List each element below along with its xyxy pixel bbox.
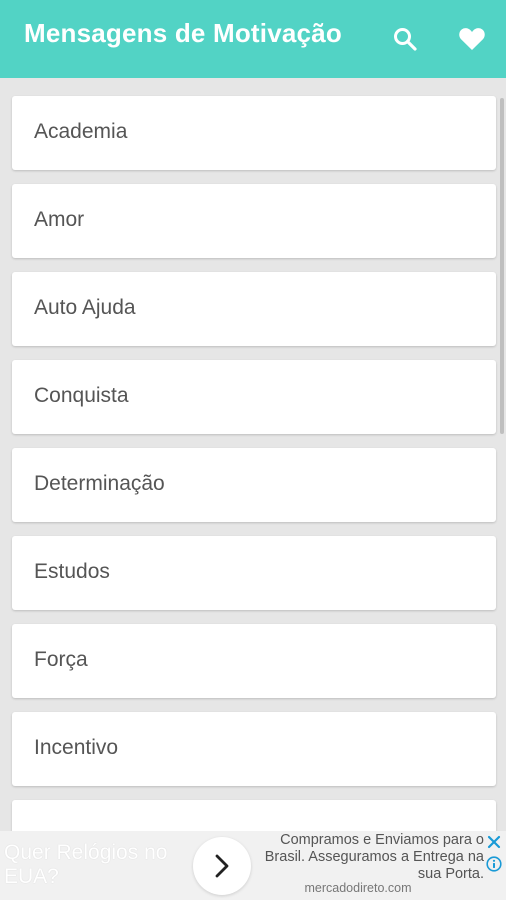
search-button[interactable] (388, 22, 422, 56)
heart-icon (459, 28, 485, 50)
close-icon (487, 835, 501, 849)
info-icon (486, 856, 502, 872)
category-label: Auto Ajuda (34, 296, 136, 319)
ad-domain[interactable]: mercadodireto.com (254, 881, 462, 895)
category-label: Conquista (34, 384, 129, 407)
category-label: Força (34, 648, 88, 671)
category-item-auto-ajuda[interactable]: Auto Ajuda (12, 272, 496, 346)
category-item-estudos[interactable]: Estudos (12, 536, 496, 610)
app-screen: Mensagens de Motivação Academia Amor Aut… (0, 0, 506, 900)
category-item-determinacao[interactable]: Determinação (12, 448, 496, 522)
category-list[interactable]: Academia Amor Auto Ajuda Conquista Deter… (0, 78, 506, 831)
search-icon (394, 28, 417, 51)
app-title: Mensagens de Motivação (24, 18, 342, 48)
category-item-academia[interactable]: Academia (12, 96, 496, 170)
ad-headline[interactable]: Quer Relógios no EUA? (4, 841, 189, 889)
category-item-partial[interactable] (12, 800, 496, 831)
chevron-right-icon (215, 854, 229, 878)
app-toolbar: Mensagens de Motivação (0, 0, 506, 78)
favorites-button[interactable] (455, 22, 489, 56)
list-scrollbar[interactable] (500, 98, 504, 434)
category-label: Academia (34, 120, 128, 143)
category-label: Determinação (34, 472, 165, 495)
category-item-conquista[interactable]: Conquista (12, 360, 496, 434)
category-label: Amor (34, 208, 85, 231)
category-label: Incentivo (34, 736, 119, 759)
category-item-incentivo[interactable]: Incentivo (12, 712, 496, 786)
ad-info-button[interactable] (485, 855, 503, 873)
ad-banner[interactable]: Quer Relógios no EUA? Compramos e Enviam… (0, 831, 506, 900)
category-item-amor[interactable]: Amor (12, 184, 496, 258)
category-item-forca[interactable]: Força (12, 624, 496, 698)
category-label: Estudos (34, 560, 110, 583)
ad-body[interactable]: Compramos e Enviamos para o Brasil. Asse… (254, 832, 484, 883)
ad-open-button[interactable] (193, 837, 251, 895)
ad-close-button[interactable] (485, 833, 503, 851)
